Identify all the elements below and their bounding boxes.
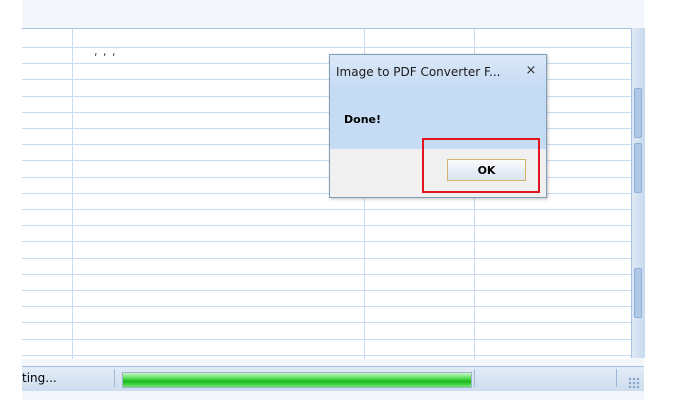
grid-row-line	[22, 225, 631, 227]
side-tab	[634, 143, 642, 193]
dialog-footer: OK	[330, 149, 546, 197]
dialog-title-bar[interactable]: Image to PDF Converter F... ×	[330, 55, 546, 89]
status-separator	[114, 369, 115, 387]
status-separator	[474, 369, 475, 387]
grid-row-line	[22, 338, 631, 340]
close-icon[interactable]: ×	[522, 61, 540, 81]
status-text: ting...	[22, 371, 57, 385]
grid-row-line	[22, 306, 631, 308]
vertical-scrollbar[interactable]	[631, 28, 645, 358]
grid-row-line	[22, 322, 631, 324]
scroll-thumb[interactable]	[634, 88, 642, 138]
resize-grip-icon[interactable]	[628, 377, 640, 389]
status-separator	[616, 369, 617, 387]
grid-row-line	[22, 273, 631, 275]
side-tab	[634, 268, 642, 318]
grid-row-line	[22, 209, 631, 210]
dialog-body: Done!	[330, 89, 546, 149]
status-bar: ting...	[22, 366, 644, 391]
message-dialog: Image to PDF Converter F... × Done! OK	[329, 54, 547, 198]
grid-row-line	[22, 257, 631, 259]
dialog-title: Image to PDF Converter F...	[336, 65, 501, 79]
ok-button[interactable]: OK	[447, 159, 526, 181]
progress-bar	[122, 372, 472, 388]
dialog-message: Done!	[344, 113, 381, 126]
grid-row-line	[22, 47, 631, 48]
grid-row-line	[22, 354, 631, 356]
grid-row-line	[22, 241, 631, 243]
progress-fill	[123, 373, 471, 387]
grid-row-line	[22, 290, 631, 291]
